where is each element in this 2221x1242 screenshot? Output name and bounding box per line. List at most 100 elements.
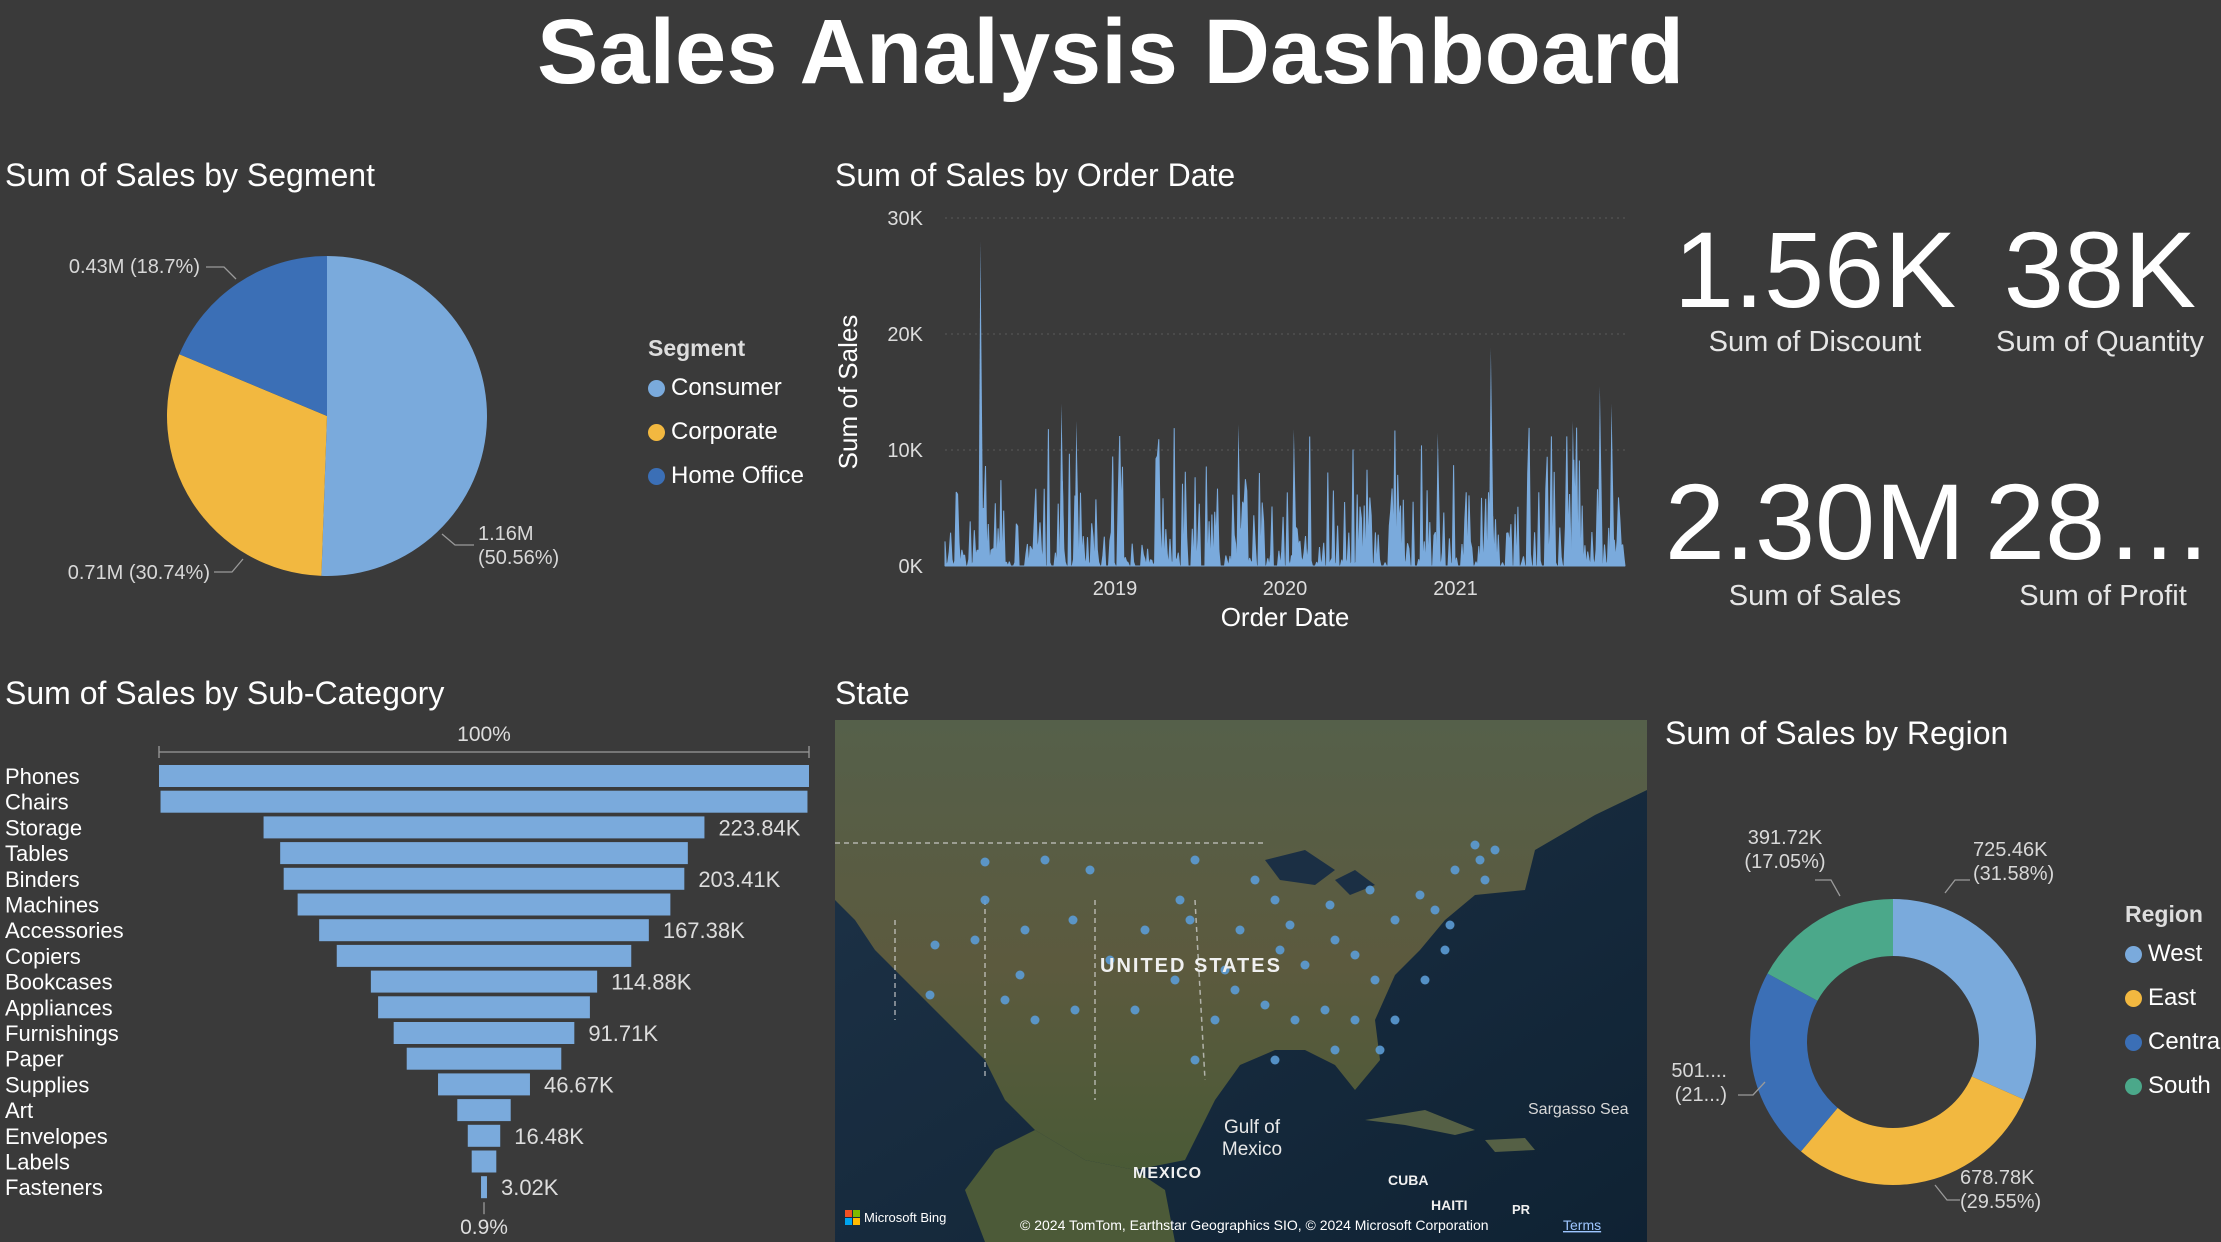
pie-slice-consumer[interactable]	[321, 256, 487, 576]
state-point[interactable]	[1190, 1055, 1200, 1065]
region-donut-chart[interactable]: 725.46K (31.58%) 678.78K (29.55%) 501.... (21…	[1655, 780, 2095, 1220]
state-point[interactable]	[1270, 1055, 1280, 1065]
state-point[interactable]	[1000, 995, 1010, 1005]
state-point[interactable]	[1270, 895, 1280, 905]
funnel-bar[interactable]	[336, 944, 632, 967]
state-point[interactable]	[1390, 1015, 1400, 1025]
legend-item-central[interactable]: Central	[2125, 1020, 2221, 1064]
map-canvas[interactable]: UNITED STATES Gulf of Mexico MEXICO CUBA …	[835, 720, 1647, 1242]
state-point[interactable]	[1068, 915, 1078, 925]
state-point[interactable]	[1260, 1000, 1270, 1010]
segment-legend: Segment Consumer Corporate Home Office	[648, 330, 804, 498]
sales-peak[interactable]	[1074, 421, 1080, 566]
funnel-bar[interactable]	[280, 842, 688, 865]
state-point[interactable]	[1450, 865, 1460, 875]
legend-item-east[interactable]: East	[2125, 976, 2221, 1020]
state-point[interactable]	[1480, 875, 1490, 885]
state-point[interactable]	[1040, 855, 1050, 865]
state-map[interactable]: UNITED STATES Gulf of Mexico MEXICO CUBA …	[835, 720, 1647, 1242]
state-point[interactable]	[1350, 1015, 1360, 1025]
state-point[interactable]	[1285, 920, 1295, 930]
state-point[interactable]	[1130, 1005, 1140, 1015]
state-point[interactable]	[930, 940, 940, 950]
state-point[interactable]	[1330, 1045, 1340, 1055]
donut-slice-west[interactable]	[1893, 899, 2036, 1100]
legend-item-south[interactable]: South	[2125, 1064, 2221, 1108]
sales-peak[interactable]	[1236, 424, 1242, 566]
map-label-mexico: MEXICO	[1133, 1165, 1202, 1182]
funnel-bar[interactable]	[457, 1099, 511, 1122]
funnel-bar[interactable]	[378, 996, 590, 1019]
state-point[interactable]	[980, 895, 990, 905]
legend-item-west[interactable]: West	[2125, 932, 2221, 976]
state-point[interactable]	[1250, 875, 1260, 885]
state-point[interactable]	[1210, 1015, 1220, 1025]
funnel-bar[interactable]	[370, 970, 598, 993]
funnel-bar[interactable]	[297, 893, 671, 916]
sales-peak[interactable]	[978, 241, 984, 566]
map-label-us: UNITED STATES	[1100, 955, 1282, 977]
state-point[interactable]	[1300, 960, 1310, 970]
funnel-bar[interactable]	[467, 1124, 501, 1147]
sales-peak[interactable]	[1435, 432, 1441, 566]
funnel-bar[interactable]	[160, 790, 808, 813]
state-point[interactable]	[1085, 865, 1095, 875]
state-point[interactable]	[1020, 925, 1030, 935]
funnel-bar[interactable]	[406, 1047, 562, 1070]
state-point[interactable]	[980, 857, 990, 867]
state-point[interactable]	[1290, 1015, 1300, 1025]
state-point[interactable]	[1475, 855, 1485, 865]
state-point[interactable]	[1440, 945, 1450, 955]
state-point[interactable]	[1330, 935, 1340, 945]
state-point[interactable]	[1070, 1005, 1080, 1015]
sales-peak[interactable]	[1609, 403, 1615, 566]
state-point[interactable]	[1350, 950, 1360, 960]
funnel-bar[interactable]	[263, 816, 705, 839]
funnel-bar[interactable]	[438, 1073, 530, 1096]
state-point[interactable]	[1275, 945, 1285, 955]
funnel-bar[interactable]	[283, 867, 685, 890]
state-point[interactable]	[1175, 895, 1185, 905]
segment-pie-chart[interactable]: 1.16M (50.56%) 0.71M (30.74%) 0.43M (18.7%)	[0, 200, 640, 620]
state-point[interactable]	[1415, 890, 1425, 900]
order-date-area-chart[interactable]: 0K 10K 20K 30K 2019 2020 2021 Order Date Sum of …	[830, 195, 1650, 635]
state-point[interactable]	[1420, 975, 1430, 985]
state-point[interactable]	[1030, 1015, 1040, 1025]
state-point[interactable]	[1430, 905, 1440, 915]
funnel-category-label: Accessories	[5, 918, 124, 943]
funnel-category-label: Copiers	[5, 944, 81, 969]
sales-area-series[interactable]	[944, 427, 1626, 567]
funnel-bar[interactable]	[481, 1176, 487, 1199]
state-point[interactable]	[1470, 840, 1480, 850]
map-terms-link[interactable]: Terms	[1563, 1217, 1601, 1233]
funnel-bar[interactable]	[319, 919, 649, 942]
state-point[interactable]	[970, 935, 980, 945]
state-point[interactable]	[1230, 985, 1240, 995]
state-point[interactable]	[1325, 900, 1335, 910]
funnel-data-label: 167.38K	[663, 918, 745, 943]
funnel-bar[interactable]	[471, 1150, 497, 1173]
state-point[interactable]	[1185, 915, 1195, 925]
state-point[interactable]	[1390, 915, 1400, 925]
state-point[interactable]	[1375, 1045, 1385, 1055]
state-point[interactable]	[1190, 855, 1200, 865]
funnel-bar[interactable]	[159, 765, 809, 787]
state-point[interactable]	[1370, 975, 1380, 985]
state-point[interactable]	[1140, 925, 1150, 935]
state-point[interactable]	[925, 990, 935, 1000]
sales-peak[interactable]	[1488, 347, 1494, 566]
state-point[interactable]	[1015, 970, 1025, 980]
subcategory-funnel-chart[interactable]: 100% PhonesChairsStorage 223.84K TablesBind…	[0, 715, 820, 1242]
donut-data-label-central: 501.... (21...)	[1671, 1060, 1727, 1106]
state-point[interactable]	[1320, 1005, 1330, 1015]
state-point[interactable]	[1445, 920, 1455, 930]
sales-peak[interactable]	[1059, 403, 1065, 566]
legend-item-home-office[interactable]: Home Office	[648, 454, 804, 498]
legend-item-corporate[interactable]: Corporate	[648, 410, 804, 454]
funnel-bar[interactable]	[393, 1022, 575, 1044]
sales-peak[interactable]	[1597, 386, 1603, 566]
state-point[interactable]	[1235, 925, 1245, 935]
legend-item-consumer[interactable]: Consumer	[648, 366, 804, 410]
state-point[interactable]	[1365, 885, 1375, 895]
state-point[interactable]	[1490, 845, 1500, 855]
